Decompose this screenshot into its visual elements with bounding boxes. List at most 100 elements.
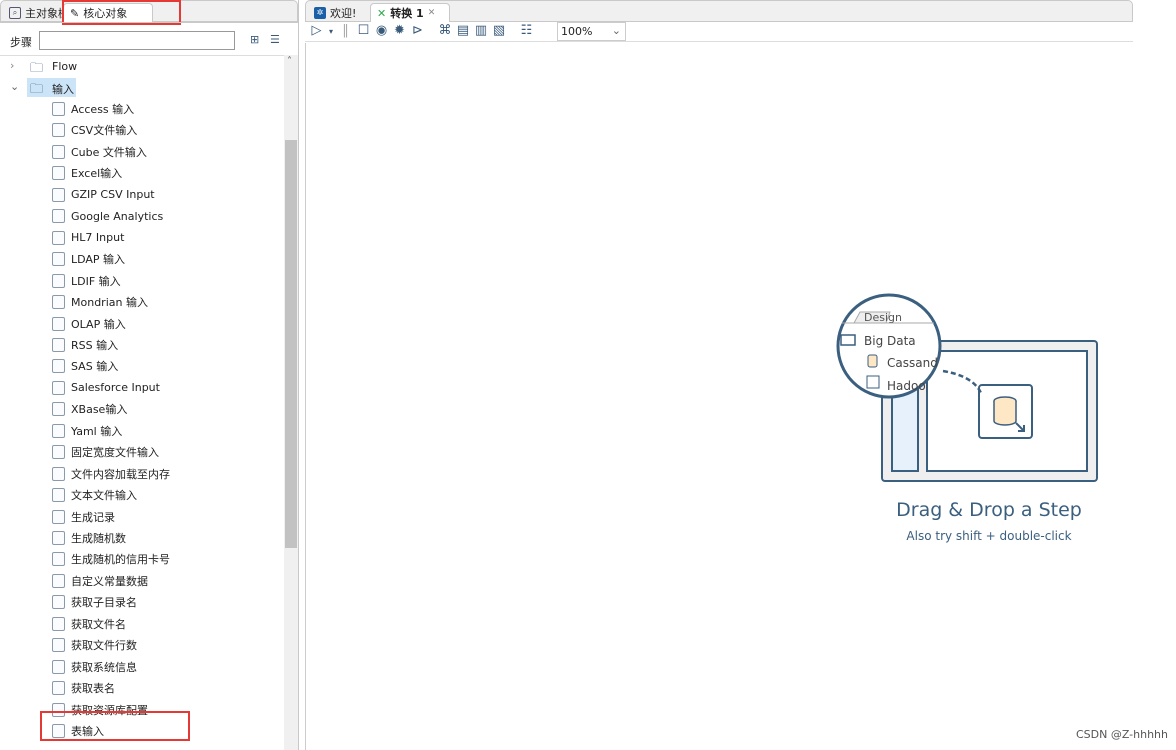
drag-drop-title: Drag & Drop a Step xyxy=(896,499,1082,521)
step-icon xyxy=(52,445,65,460)
step-icon xyxy=(52,144,65,159)
cassandra-label: Cassandra xyxy=(887,356,937,370)
zoom-select[interactable]: 100% ⌄ xyxy=(557,22,626,41)
step-icon xyxy=(52,316,65,331)
preview-icon[interactable]: ◉ xyxy=(374,23,389,38)
steps-search-input[interactable] xyxy=(39,31,235,50)
folder-icon: 🗀 xyxy=(30,82,44,97)
scrollbar[interactable]: ˄ xyxy=(284,55,298,750)
tree-item[interactable]: Excel输入 xyxy=(52,164,122,182)
step-icon xyxy=(52,616,65,631)
pause-icon[interactable]: ‖ xyxy=(338,23,353,38)
tree-item[interactable]: XBase输入 xyxy=(52,400,127,418)
tree-item[interactable]: RSS 输入 xyxy=(52,336,118,354)
chevron-down-icon[interactable]: ⌄ xyxy=(10,80,19,93)
editor-area: ✲ 欢迎! ✕ 转换 1 ✕ ▷ ▾ ‖ ☐ ◉ ✹ ⊳ ⌘ ▤ ▥ ▧ ☷ 100% ⌄ Design … xyxy=(305,0,1133,750)
chevron-right-icon[interactable]: › xyxy=(10,59,14,72)
design-tab-label: Design xyxy=(864,311,902,324)
step-icon xyxy=(52,466,65,481)
replay-icon[interactable]: ⊳ xyxy=(410,23,425,38)
scrollbar-thumb[interactable] xyxy=(285,140,297,548)
collapse-all-icon[interactable]: ☰ xyxy=(270,33,280,46)
tab-transform-1[interactable]: ✕ 转换 1 ✕ xyxy=(370,3,450,22)
hadoop-label: Hadoop xyxy=(887,379,927,393)
tree-item[interactable]: Mondrian 输入 xyxy=(52,293,148,311)
close-icon[interactable]: ✕ xyxy=(428,8,436,18)
step-icon xyxy=(52,230,65,245)
step-icon xyxy=(52,488,65,503)
drag-drop-subtitle: Also try shift + double-click xyxy=(906,529,1072,543)
tab-welcome[interactable]: ✲ 欢迎! xyxy=(308,3,362,22)
stop-icon[interactable]: ☐ xyxy=(356,23,371,38)
tree-item[interactable]: GZIP CSV Input xyxy=(52,186,155,204)
step-icon xyxy=(52,659,65,674)
step-icon xyxy=(52,359,65,374)
step-icon xyxy=(52,102,65,116)
step-icon xyxy=(52,552,65,567)
explore-db-icon[interactable]: ▧ xyxy=(492,23,507,38)
big-data-label: Big Data xyxy=(864,334,916,348)
tree-item[interactable]: LDAP 输入 xyxy=(52,250,125,268)
tree-item[interactable]: 生成记录 xyxy=(52,508,115,526)
step-icon xyxy=(52,187,65,202)
tree-item[interactable]: SAS 输入 xyxy=(52,357,118,375)
tree-item[interactable]: 获取系统信息 xyxy=(52,658,137,676)
step-icon xyxy=(52,380,65,395)
watermark: CSDN @Z-hhhhh xyxy=(1075,728,1168,741)
step-icon xyxy=(52,681,65,696)
verify-icon[interactable]: ⌘ xyxy=(438,23,453,38)
tree-item[interactable]: 获取表名 xyxy=(52,679,115,697)
step-icon xyxy=(52,402,65,417)
step-icon xyxy=(52,509,65,524)
tree-item[interactable]: 文件内容加载至内存 xyxy=(52,465,170,483)
tree-item[interactable]: Cube 文件输入 xyxy=(52,143,147,161)
scroll-up-icon[interactable]: ˄ xyxy=(287,56,292,67)
step-icon xyxy=(52,337,65,352)
toolbar: ▷ ▾ ‖ ☐ ◉ ✹ ⊳ ⌘ ▤ ▥ ▧ ☷ 100% ⌄ xyxy=(305,22,1133,42)
tree-item[interactable]: 获取文件名 xyxy=(52,615,126,633)
run-icon[interactable]: ▷ xyxy=(309,23,324,38)
tree-item[interactable]: CSV文件输入 xyxy=(52,121,137,139)
run-dropdown-icon[interactable]: ▾ xyxy=(327,24,335,39)
impact-icon[interactable]: ▤ xyxy=(456,23,471,38)
show-results-icon[interactable]: ☷ xyxy=(519,23,534,38)
tree-folder-input[interactable]: 输入 xyxy=(52,81,74,97)
debug-icon[interactable]: ✹ xyxy=(392,23,407,38)
tree-item[interactable]: 获取子目录名 xyxy=(52,593,137,611)
tree-item[interactable]: 自定义常量数据 xyxy=(52,572,148,590)
tree-item[interactable]: 固定宽度文件输入 xyxy=(52,443,159,461)
tree-item[interactable]: Salesforce Input xyxy=(52,379,160,397)
tree-item[interactable]: HL7 Input xyxy=(52,229,124,247)
tree-item[interactable]: 获取文件行数 xyxy=(52,636,137,654)
sql-icon[interactable]: ▥ xyxy=(474,23,489,38)
step-icon xyxy=(52,573,65,588)
tree-item[interactable]: 生成随机数 xyxy=(52,529,126,547)
expand-all-icon[interactable]: ⊞ xyxy=(250,33,259,46)
welcome-icon: ✲ xyxy=(314,6,326,19)
tree-item[interactable]: LDIF 输入 xyxy=(52,272,121,290)
chevron-down-icon: ⌄ xyxy=(611,24,621,37)
editor-tabbar: ✲ 欢迎! ✕ 转换 1 ✕ xyxy=(305,0,1133,22)
step-icon xyxy=(52,595,65,610)
step-icon xyxy=(52,123,65,138)
tree-item[interactable]: OLAP 输入 xyxy=(52,315,126,333)
tree-item[interactable]: Google Analytics xyxy=(52,207,163,225)
tree-item[interactable]: Access 输入 xyxy=(52,100,134,118)
highlight-box xyxy=(40,711,190,741)
step-icon xyxy=(52,638,65,653)
transform-icon: ✕ xyxy=(377,6,387,20)
left-panel: ⌕ 主对象树 ✎ 核心对象 步骤 ⊞ ☰ › 🗀 Flow ⌄ 🗀 输入 Acces… xyxy=(0,0,299,750)
search-label: 步骤 xyxy=(10,36,32,49)
tree-folder-flow[interactable]: Flow xyxy=(52,60,77,73)
search-doc-icon: ⌕ xyxy=(9,6,21,19)
tree-item[interactable]: Yaml 输入 xyxy=(52,422,122,440)
step-icon xyxy=(52,209,65,224)
step-icon xyxy=(52,423,65,438)
canvas[interactable]: Design Big Data Cassandra Hadoop Drag & … xyxy=(305,43,1133,750)
step-icon xyxy=(52,531,65,545)
tree-item[interactable]: 生成随机的信用卡号 xyxy=(52,550,170,568)
step-icon xyxy=(52,295,65,310)
tree-item[interactable]: 文本文件输入 xyxy=(52,486,137,504)
step-icon xyxy=(52,273,65,288)
step-icon xyxy=(52,252,65,267)
